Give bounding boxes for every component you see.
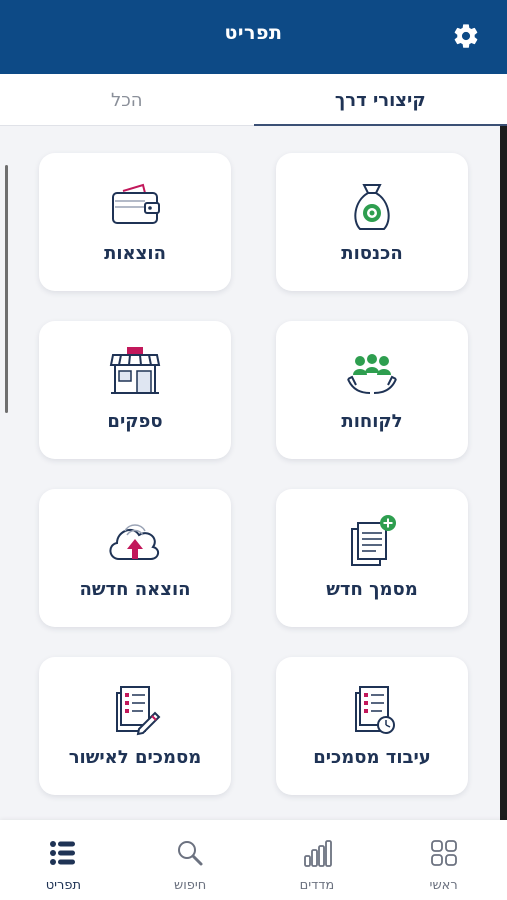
nav-label: תפריט — [45, 878, 82, 893]
nav-label: חיפוש — [173, 878, 207, 893]
bar-chart-icon — [303, 840, 332, 867]
card-label: מסמכים לאישור — [68, 747, 202, 768]
bottom-nav: ראשי מדדים חיפוש תפריט — [0, 820, 507, 900]
card-suppliers[interactable]: ספקים — [39, 321, 231, 459]
card-label: לקוחות — [341, 411, 403, 432]
card-documents-approval[interactable]: מסמכים לאישור — [39, 657, 231, 795]
card-customers[interactable]: לקוחות — [276, 321, 468, 459]
nav-menu[interactable]: תפריט — [8, 820, 118, 900]
card-income[interactable]: הכנסות — [276, 153, 468, 291]
tab-shortcuts[interactable]: קיצורי דרך — [253, 74, 507, 126]
card-document-processing[interactable]: עיבוד מסמכים — [276, 657, 468, 795]
card-new-document[interactable]: מסמך חדש — [276, 489, 468, 627]
cloud-upload-icon — [109, 524, 159, 560]
wallet-icon — [112, 183, 160, 224]
nav-metrics[interactable]: מדדים — [262, 820, 372, 900]
search-icon — [178, 841, 203, 866]
nav-label: מדדים — [299, 878, 335, 893]
card-label: עיבוד מסמכים — [313, 747, 431, 768]
money-bag-icon — [354, 184, 390, 230]
gear-icon — [454, 24, 478, 48]
card-label: הוצאה חדשה — [79, 579, 191, 600]
card-label: מסמך חדש — [326, 579, 418, 600]
document-processing-icon — [355, 686, 395, 734]
tab-bar: קיצורי דרך הכל — [0, 74, 507, 126]
app-header: תפריט — [0, 0, 507, 74]
documents-approval-icon — [116, 686, 161, 736]
scroll-indicator[interactable] — [5, 165, 8, 413]
store-icon — [109, 347, 161, 394]
menu-list-icon — [50, 841, 76, 865]
customers-icon — [347, 354, 397, 394]
nav-label: ראשי — [429, 878, 458, 893]
tab-all[interactable]: הכל — [0, 74, 254, 126]
card-label: הוצאות — [104, 243, 166, 264]
settings-button[interactable] — [450, 20, 482, 52]
card-new-expense[interactable]: הוצאה חדשה — [39, 489, 231, 627]
card-label: ספקים — [107, 411, 163, 432]
new-document-icon — [351, 515, 396, 566]
page-title: תפריט — [224, 22, 283, 44]
nav-home[interactable]: ראשי — [389, 820, 499, 900]
window-edge-scrollbar — [500, 126, 507, 826]
card-label: הכנסות — [341, 243, 403, 264]
nav-search[interactable]: חיפוש — [135, 820, 245, 900]
card-expenses[interactable]: הוצאות — [39, 153, 231, 291]
grid-icon — [430, 840, 457, 866]
